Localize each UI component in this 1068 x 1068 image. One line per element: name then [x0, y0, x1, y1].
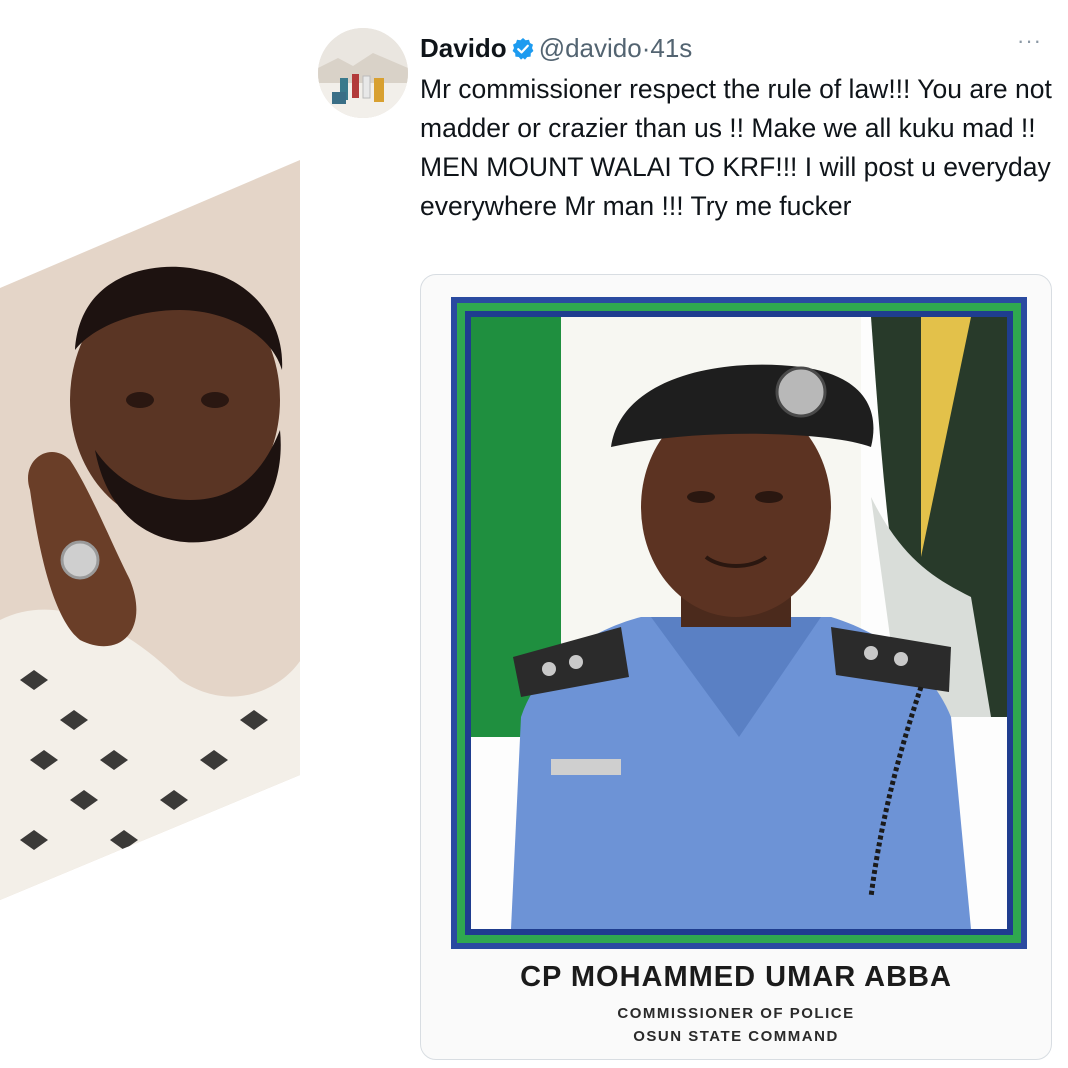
author-name[interactable]: Davido	[420, 33, 507, 63]
tweet-media[interactable]: CP MOHAMMED UMAR ABBA COMMISSIONER OF PO…	[420, 274, 1052, 1060]
portrait-caption-title: COMMISSIONER OF POLICE	[617, 1005, 855, 1022]
timestamp[interactable]: 41s	[650, 33, 692, 63]
post-canvas: Davido @davido·41s ··· Mr commissioner re…	[0, 0, 1068, 1068]
author-avatar[interactable]	[318, 28, 408, 118]
portrait-caption-name: CP MOHAMMED UMAR ABBA	[520, 961, 952, 993]
more-options-icon[interactable]: ···	[1017, 28, 1042, 54]
tweet-header: Davido @davido·41s	[420, 30, 1060, 70]
author-handle[interactable]: @davido	[539, 33, 642, 63]
tweet-text: Mr commissioner respect the rule of law!…	[420, 74, 1052, 221]
author-photo	[0, 160, 300, 900]
commissioner-portrait	[451, 297, 1027, 949]
avatar-image	[318, 28, 408, 118]
verified-badge-icon	[511, 34, 535, 60]
portrait-caption-command: OSUN STATE COMMAND	[633, 1028, 839, 1045]
